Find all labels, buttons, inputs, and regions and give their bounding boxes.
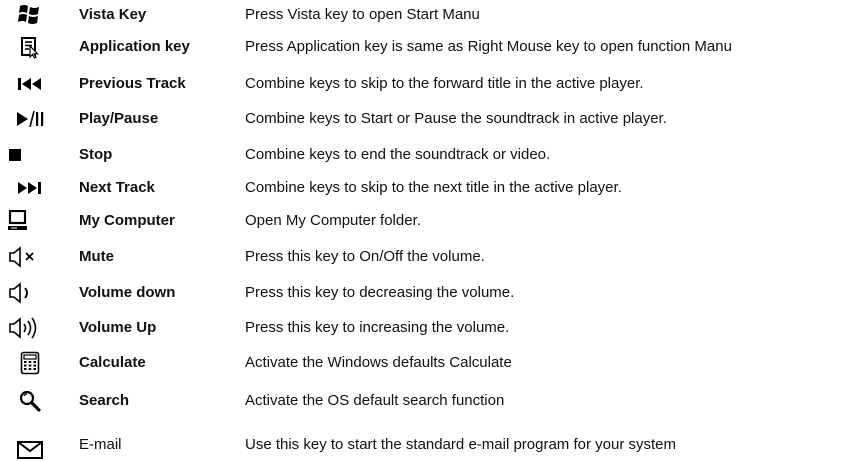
hotkey-name: Vista Key [79,6,147,23]
search-magnifier-icon [8,386,52,416]
windows-logo-icon [8,0,52,30]
hotkey-description: Press Application key is same as Right M… [245,38,732,55]
hotkey-description: Press this key to On/Off the volume. [245,248,485,265]
hotkey-row-play-pause: Play/Pause Combine keys to Start or Paus… [0,104,857,134]
calculator-icon [8,348,52,378]
hotkey-row-application: Application key Press Application key is… [0,32,857,62]
hotkey-row-calculate: Calculate Activate the Windows defaults … [0,348,857,378]
hotkey-name: Volume down [79,284,176,301]
hotkey-description: Activate the OS default search function [245,392,505,409]
hotkey-row-vista: Vista Key Press Vista key to open Start … [0,0,857,30]
hotkey-row-previous-track: Previous Track Combine keys to skip to t… [0,69,857,99]
play-pause-icon [8,104,52,134]
hotkey-name: Mute [79,248,114,265]
hotkey-description: Combine keys to skip to the forward titl… [245,75,644,92]
mute-icon [8,242,52,272]
hotkey-description: Combine keys to skip to the next title i… [245,179,622,196]
hotkey-row-email: E-mail Use this key to start the standar… [0,430,857,460]
hotkey-row-search: Search Activate the OS default search fu… [0,386,857,416]
hotkey-row-stop: Stop Combine keys to end the soundtrack … [0,140,857,170]
volume-down-icon [8,278,52,308]
hotkey-name: Next Track [79,179,155,196]
hotkey-name: Volume Up [79,319,157,336]
hotkey-name: Stop [79,146,113,163]
hotkey-description: Use this key to start the standard e-mai… [245,436,676,453]
volume-up-icon [8,313,52,343]
hotkey-description: Press Vista key to open Start Manu [245,6,480,23]
hotkey-row-mute: Mute Press this key to On/Off the volume… [0,242,857,272]
computer-icon [8,206,52,236]
hotkey-row-next-track: Next Track Combine keys to skip to the n… [0,173,857,203]
hotkey-name: E-mail [79,436,122,453]
application-menu-icon [8,32,52,62]
hotkey-description: Combine keys to end the soundtrack or vi… [245,146,551,163]
hotkey-name: Application key [79,38,190,55]
hotkey-row-volume-up: Volume Up Press this key to increasing t… [0,313,857,343]
hotkey-name: Play/Pause [79,110,159,127]
stop-icon [8,140,52,170]
hotkey-name: Previous Track [79,75,186,92]
hotkey-row-my-computer: My Computer Open My Computer folder. [0,206,857,236]
hotkey-description: Combine keys to Start or Pause the sound… [245,110,667,127]
next-track-icon [8,173,52,203]
hotkey-description: Press this key to increasing the volume. [245,319,510,336]
hotkey-name: Search [79,392,130,409]
hotkey-name: My Computer [79,212,175,229]
hotkey-description: Open My Computer folder. [245,212,421,229]
previous-track-icon [8,69,52,99]
email-envelope-icon [8,430,52,460]
hotkey-description: Press this key to decreasing the volume. [245,284,515,301]
hotkey-description: Activate the Windows defaults Calculate [245,354,512,371]
hotkey-row-volume-down: Volume down Press this key to decreasing… [0,278,857,308]
hotkey-name: Calculate [79,354,146,371]
